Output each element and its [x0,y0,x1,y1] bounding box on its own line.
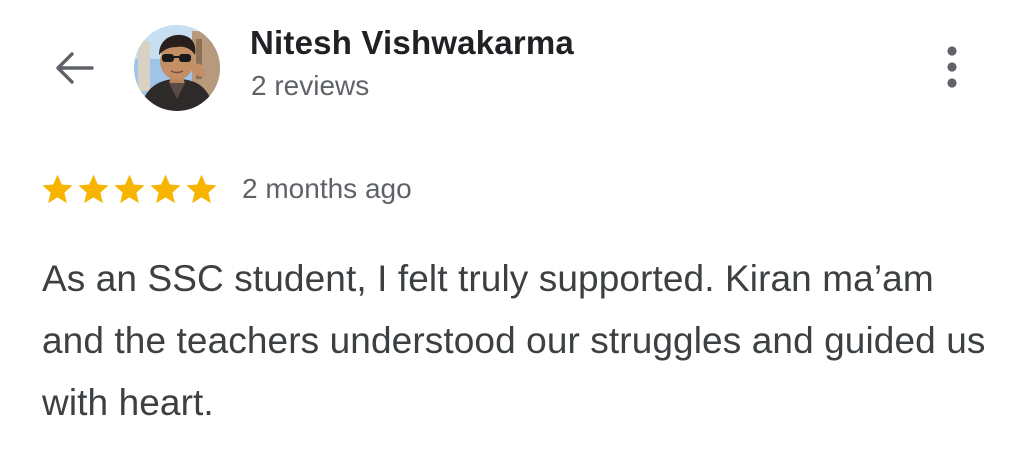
star-icon [114,174,145,203]
reviewer-header: Nitesh Vishwakarma 2 reviews [0,0,1024,140]
star-icon [150,174,181,203]
review-time: 2 months ago [242,173,412,204]
more-options-button[interactable] [930,40,974,94]
avatar[interactable] [134,25,220,111]
star-icon [42,174,73,203]
star-rating [40,172,220,207]
star-icon [186,174,217,203]
more-vertical-icon [947,46,957,88]
review-text: As an SSC student, I felt truly supporte… [42,258,986,423]
avatar-photo [134,25,220,111]
review-count: 2 reviews [251,70,370,101]
back-button[interactable] [46,44,102,92]
rating-row: 2 months ago [40,168,412,210]
reviewer-name[interactable]: Nitesh Vishwakarma [250,24,574,62]
arrow-back-icon [56,52,94,84]
star-icon [78,174,109,203]
